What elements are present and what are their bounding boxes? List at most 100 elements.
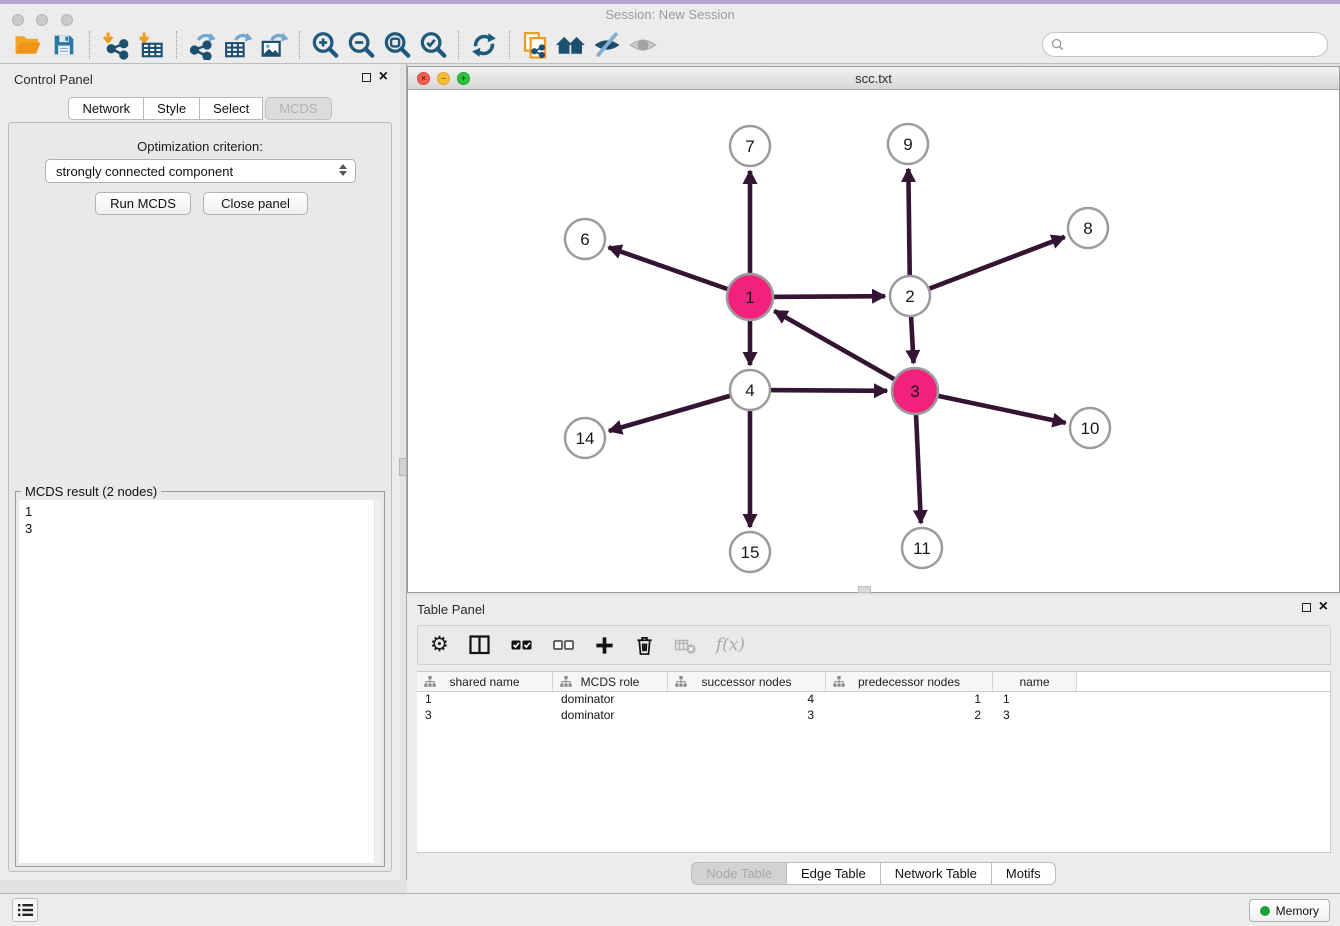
export-table-button[interactable] <box>220 28 256 62</box>
network-table-divider-grabber[interactable] <box>858 586 871 593</box>
network-zoom-button[interactable]: + <box>457 72 470 85</box>
table-toolbar: ⚙ <box>417 625 1331 665</box>
select-all-columns-icon[interactable] <box>510 632 533 658</box>
memory-status-dot <box>1260 906 1270 916</box>
split-view-icon[interactable] <box>468 632 491 658</box>
column-header-shared-name[interactable]: shared name <box>417 672 553 691</box>
tab-network-table[interactable]: Network Table <box>881 862 992 885</box>
float-table-panel-icon[interactable] <box>1302 603 1311 612</box>
zoom-fit-button[interactable] <box>379 28 415 62</box>
result-scrollbar[interactable] <box>374 500 381 863</box>
network-minimize-button[interactable]: – <box>437 72 450 85</box>
column-header-successor-nodes[interactable]: successor nodes <box>668 672 826 691</box>
toolbar-separator <box>509 31 510 59</box>
export-network-button[interactable] <box>184 28 220 62</box>
graph-node-label: 6 <box>580 230 589 249</box>
new-network-from-selection-button[interactable] <box>517 28 553 62</box>
mcds-result-textarea[interactable]: 1 3 <box>19 500 381 863</box>
mcds-result-line: 3 <box>19 520 381 537</box>
first-neighbors-button[interactable] <box>553 28 589 62</box>
cell-predecessor-nodes[interactable]: 2 <box>826 708 993 724</box>
import-network-button[interactable] <box>97 28 133 62</box>
graph-edge-2-8[interactable] <box>910 237 1065 296</box>
cell-shared-name[interactable]: 3 <box>417 708 553 724</box>
control-panel-tabs: Network Style Select MCDS <box>0 97 400 120</box>
cell-predecessor-nodes[interactable]: 1 <box>826 692 993 708</box>
panel-divider-grabber[interactable] <box>399 458 407 476</box>
cell-shared-name[interactable]: 1 <box>417 692 553 708</box>
table-row[interactable]: 3 dominator 3 2 3 <box>417 708 1330 724</box>
graph-node-label: 11 <box>913 539 931 558</box>
add-column-icon[interactable] <box>594 632 615 658</box>
open-folder-icon <box>13 30 43 60</box>
graph-node-label: 7 <box>745 137 754 156</box>
graph-node-label: 1 <box>745 288 754 307</box>
node-table: shared name MCDS role successor nodes pr… <box>417 671 1331 853</box>
run-mcds-button[interactable]: Run MCDS <box>95 192 191 215</box>
delete-table-icon-disabled <box>674 632 697 658</box>
cell-name[interactable]: 3 <box>993 708 1077 724</box>
column-header-name[interactable]: name <box>993 672 1077 691</box>
select-spinner-icon <box>339 164 347 176</box>
tab-mcds[interactable]: MCDS <box>265 97 331 120</box>
eye-disabled-icon <box>628 30 658 60</box>
tab-network[interactable]: Network <box>68 97 144 120</box>
close-table-panel-icon[interactable]: × <box>1319 602 1328 612</box>
network-window-titlebar[interactable]: × – + scc.txt <box>408 67 1339 90</box>
hide-selected-button[interactable] <box>589 28 625 62</box>
tab-motifs[interactable]: Motifs <box>992 862 1056 885</box>
export-table-icon <box>223 30 253 60</box>
close-window-button[interactable] <box>12 14 24 26</box>
export-image-icon <box>259 30 289 60</box>
task-history-button[interactable] <box>12 898 38 922</box>
import-network-icon <box>100 30 130 60</box>
zoom-selected-button[interactable] <box>415 28 451 62</box>
unselect-all-columns-icon[interactable] <box>552 632 575 658</box>
search-input[interactable] <box>1069 35 1327 55</box>
graph-node-label: 15 <box>741 543 760 562</box>
network-close-button[interactable]: × <box>417 72 430 85</box>
apply-layout-button[interactable] <box>466 28 502 62</box>
import-table-button[interactable] <box>133 28 169 62</box>
graph-node-label: 2 <box>905 287 914 306</box>
tab-select[interactable]: Select <box>200 97 263 120</box>
graph-node-label: 4 <box>745 381 754 400</box>
table-settings-icon[interactable]: ⚙ <box>430 632 449 658</box>
zoom-window-button[interactable] <box>61 14 73 26</box>
cell-mcds-role[interactable]: dominator <box>553 708 668 724</box>
show-all-button-disabled <box>625 28 661 62</box>
column-header-mcds-role[interactable]: MCDS role <box>553 672 668 691</box>
attribute-type-icon <box>675 676 687 687</box>
refresh-icon <box>470 31 498 59</box>
network-canvas[interactable]: 7968124314101511 <box>408 90 1339 592</box>
window-title: Session: New Session <box>0 4 1340 26</box>
zoom-out-button[interactable] <box>343 28 379 62</box>
graph-edge-3-1[interactable] <box>774 311 915 391</box>
close-panel-icon[interactable]: × <box>379 72 388 82</box>
memory-button[interactable]: Memory <box>1249 899 1330 922</box>
network-window-controls: × – + <box>417 72 470 85</box>
delete-column-icon[interactable] <box>634 632 655 658</box>
tab-node-table[interactable]: Node Table <box>691 862 787 885</box>
cell-name[interactable]: 1 <box>993 692 1077 708</box>
float-panel-icon[interactable] <box>362 73 371 82</box>
close-panel-button[interactable]: Close panel <box>203 192 308 215</box>
tab-edge-table[interactable]: Edge Table <box>787 862 881 885</box>
table-panel-tabs: Node Table Edge Table Network Table Moti… <box>407 862 1340 885</box>
cell-successor-nodes[interactable]: 4 <box>668 692 826 708</box>
cell-successor-nodes[interactable]: 3 <box>668 708 826 724</box>
save-session-button[interactable] <box>46 28 82 62</box>
column-header-predecessor-nodes[interactable]: predecessor nodes <box>826 672 993 691</box>
table-row[interactable]: 1 dominator 4 1 1 <box>417 692 1330 708</box>
search-icon <box>1051 38 1064 51</box>
minimize-window-button[interactable] <box>36 14 48 26</box>
toolbar-search[interactable] <box>1042 32 1328 57</box>
export-image-button[interactable] <box>256 28 292 62</box>
open-session-button[interactable] <box>10 28 46 62</box>
optimization-criterion-select[interactable]: strongly connected component <box>45 159 356 183</box>
cell-mcds-role[interactable]: dominator <box>553 692 668 708</box>
graph-edge-4-14[interactable] <box>609 390 750 431</box>
zoom-in-button[interactable] <box>307 28 343 62</box>
tab-style[interactable]: Style <box>144 97 200 120</box>
import-table-icon <box>136 30 166 60</box>
